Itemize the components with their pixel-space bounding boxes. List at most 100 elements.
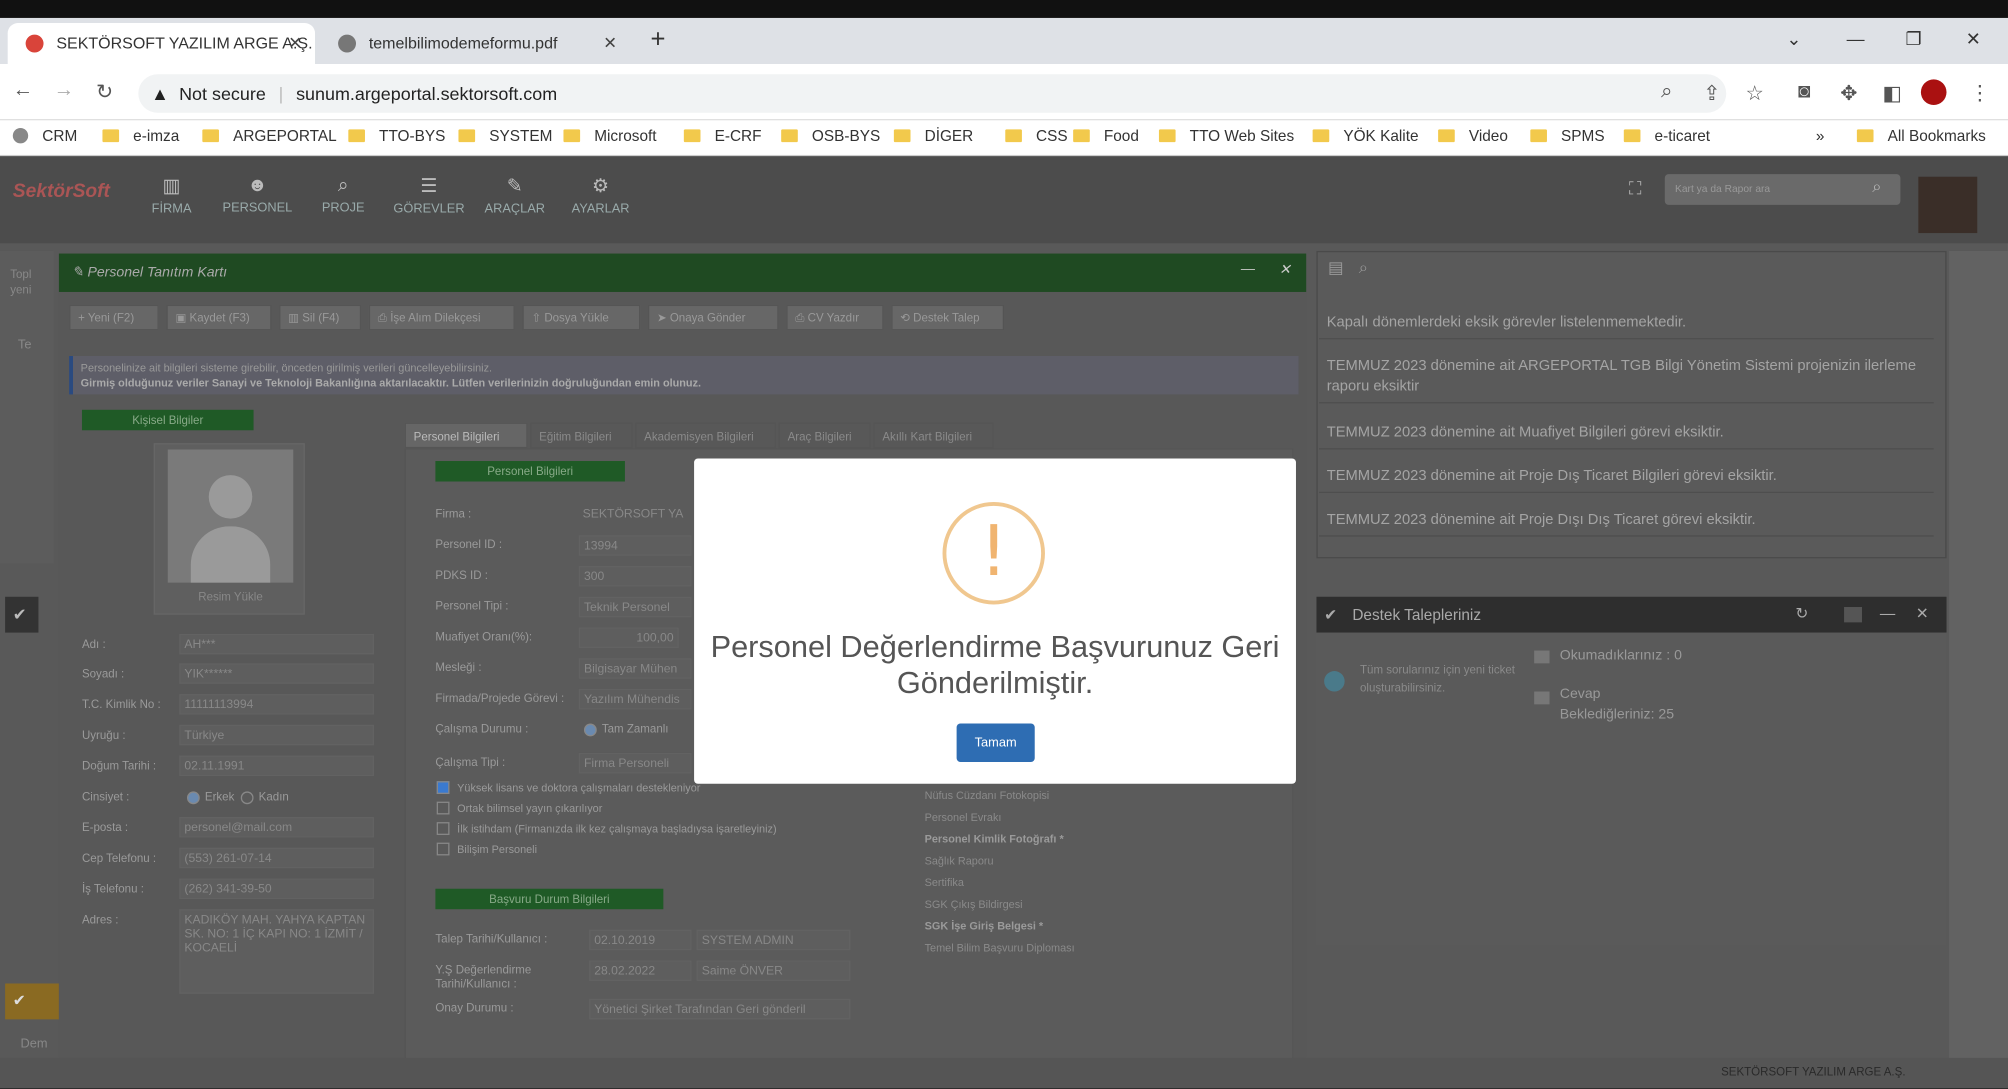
profile-avatar[interactable]	[1920, 79, 1947, 106]
radio-female[interactable]	[240, 791, 254, 805]
tab-2[interactable]: Eğitim Bilgileri	[530, 422, 633, 449]
nationality-select[interactable]: Türkiye	[179, 724, 374, 746]
notification-item[interactable]: TEMMUZ 2023 dönemine ait Proje Dış Ticar…	[1319, 461, 1934, 494]
notification-item[interactable]: TEMMUZ 2023 dönemine ait ARGEPORTAL TGB …	[1319, 351, 1934, 404]
document-item[interactable]: Personel Kimlik Fotoğrafı *	[925, 832, 1064, 845]
tab-4[interactable]: Araç Bilgileri	[778, 422, 871, 449]
tab-1[interactable]: Personel Bilgileri	[404, 422, 528, 449]
waiting-label[interactable]: Cevap	[1560, 686, 1601, 701]
new-tab-button[interactable]: +	[651, 26, 666, 55]
field-input[interactable]: 11111113994	[179, 694, 374, 715]
field-input[interactable]: KADIKÖY MAH. YAHYA KAPTAN SK. NO: 1 İÇ K…	[179, 909, 374, 994]
document-item[interactable]: Nüfus Cüzdanı Fotokopisi	[925, 789, 1050, 802]
browser-tab-active[interactable]: SEKTÖRSOFT YAZILIM ARGE A.Ş. ✕	[7, 23, 316, 65]
apply-input[interactable]: 02.10.2019	[589, 929, 692, 951]
toolbar-button[interactable]: ▣ Kaydet (F3)	[166, 304, 272, 331]
toolbar-button[interactable]: ⎙ İşe Alım Dilekçesi	[368, 304, 515, 331]
personnel-input[interactable]: Yazılım Mühendis	[578, 688, 692, 710]
document-item[interactable]: SGK Çıkış Bildirgesi	[925, 898, 1023, 911]
bookmark-item[interactable]: CRM	[12, 127, 77, 145]
personnel-input[interactable]: 13994	[578, 535, 692, 556]
personnel-input[interactable]: Teknik Personel	[578, 596, 692, 618]
share-icon[interactable]: ⇪	[1703, 81, 1720, 107]
document-item[interactable]: Sertifika	[925, 876, 964, 889]
bookmark-item[interactable]: e-imza	[102, 127, 179, 145]
bookmark-item[interactable]: ARGEPORTAL	[202, 127, 337, 145]
close-panel-icon[interactable]: ✕	[1916, 604, 1929, 622]
browser-tab[interactable]: temelbilimodemeformu.pdf ✕	[320, 23, 630, 64]
minimize-panel-icon[interactable]: —	[1880, 604, 1895, 622]
search-icon[interactable]: ⌕	[1872, 177, 1881, 197]
reload-icon[interactable]: ↻	[96, 79, 113, 105]
bookmark-item[interactable]: OSB-BYS	[781, 127, 880, 145]
check-icon[interactable]: ✔	[5, 983, 59, 1020]
user-avatar[interactable]	[1918, 176, 1978, 234]
bookmark-item[interactable]: Microsoft	[563, 127, 657, 145]
minimize-panel-icon[interactable]: —	[1241, 261, 1255, 276]
apply-input[interactable]: Yönetici Şirket Tarafından Geri gönderil	[589, 998, 851, 1020]
toolbar-button[interactable]: ⇧ Dosya Yükle	[522, 304, 641, 331]
nav-item[interactable]: ⌕ PROJE	[305, 174, 382, 215]
field-input[interactable]: YIK******	[179, 663, 374, 684]
search-icon[interactable]: ⌕	[1359, 257, 1368, 277]
bookmark-item[interactable]: e-ticaret	[1623, 127, 1710, 145]
notification-item[interactable]: TEMMUZ 2023 dönemine ait Proje Dışı Dış …	[1319, 505, 1934, 537]
camera-icon[interactable]: ◙	[1798, 81, 1810, 104]
toolbar-button[interactable]: ➤ Onaya Gönder	[647, 304, 779, 331]
document-item[interactable]: Personel Evrakı	[925, 811, 1002, 824]
bookmark-item[interactable]: SPMS	[1530, 127, 1605, 145]
extensions-icon[interactable]: ✥	[1840, 81, 1857, 107]
checkbox[interactable]	[436, 781, 450, 794]
toolbar-button[interactable]: ⟲ Destek Talep	[891, 304, 1004, 331]
check-icon[interactable]: ✔	[5, 596, 39, 633]
waiting-count[interactable]: Beklediğleriniz: 25	[1560, 707, 1674, 722]
field-input[interactable]: (553) 261-07-14	[179, 847, 374, 869]
tab-3[interactable]: Akademisyen Bilgileri	[635, 422, 777, 449]
unread-count[interactable]: Okumadıklarınız : 0	[1560, 648, 1682, 663]
bookmark-item[interactable]: CSS	[1005, 127, 1068, 145]
document-item[interactable]: Temel Bilim Başvuru Diploması	[925, 941, 1075, 954]
nav-item[interactable]: ✎ ARAÇLAR	[476, 174, 553, 216]
bookmark-item[interactable]: DİGER	[893, 127, 973, 145]
bookmark-item[interactable]: Food	[1073, 127, 1139, 145]
document-item[interactable]: Sağlık Raporu	[925, 854, 994, 867]
bookmark-item[interactable]: SYSTEM	[458, 127, 552, 145]
upload-photo-link[interactable]: Resim Yükle	[155, 590, 306, 603]
minimize-button[interactable]: —	[1847, 28, 1865, 48]
forward-icon[interactable]: →	[54, 79, 74, 102]
refresh-icon[interactable]: ↻	[1795, 604, 1808, 622]
url-bar[interactable]: ▲ Not secure | sunum.argeportal.sektorso…	[138, 74, 1727, 113]
toolbar-button[interactable]: ▥ Sil (F4)	[279, 304, 362, 331]
bookmark-item[interactable]: TTO-BYS	[348, 127, 445, 145]
apply-input[interactable]: SYSTEM ADMIN	[696, 929, 851, 951]
tab-5[interactable]: Akıllı Kart Bilgileri	[873, 422, 994, 449]
zoom-icon[interactable]: ⌕	[1661, 81, 1672, 104]
notification-item[interactable]: TEMMUZ 2023 dönemine ait Muafiyet Bilgil…	[1319, 417, 1934, 450]
checkbox[interactable]	[436, 801, 450, 815]
close-panel-icon[interactable]: ✕	[1279, 261, 1291, 278]
notification-item[interactable]: Kapalı dönemlerdeki eksik görevler liste…	[1319, 307, 1934, 340]
close-window-button[interactable]: ✕	[1966, 28, 1981, 50]
personnel-input[interactable]: 300	[578, 566, 692, 587]
bookmark-item[interactable]: Video	[1438, 127, 1508, 145]
expand-icon[interactable]	[1844, 607, 1862, 623]
field-input[interactable]: (262) 341-39-50	[179, 878, 374, 899]
personnel-input[interactable]: 100,00	[578, 627, 679, 648]
more-bookmarks-icon[interactable]: »	[1816, 127, 1825, 145]
radio-male[interactable]	[186, 791, 200, 805]
bookmark-item[interactable]: TTO Web Sites	[1158, 127, 1294, 145]
checkbox[interactable]	[436, 822, 450, 835]
nav-item[interactable]: ⚙ AYARLAR	[562, 174, 639, 216]
radio-fulltime[interactable]	[583, 723, 597, 737]
field-input[interactable]: personel@mail.com	[179, 817, 374, 838]
star-icon[interactable]: ☆	[1745, 81, 1763, 107]
nav-item[interactable]: ☻ PERSONEL	[219, 174, 296, 215]
personnel-input[interactable]: Bilgisayar Mühen	[578, 658, 692, 679]
menu-icon[interactable]: ⋮	[1970, 81, 1990, 107]
field-input[interactable]: 02.11.1991	[179, 755, 374, 777]
all-bookmarks[interactable]: All Bookmarks	[1856, 127, 1986, 145]
personnel-input[interactable]: Firma Personeli	[578, 752, 692, 774]
apply-input[interactable]: Saime ÖNVER	[696, 960, 851, 981]
sidepanel-icon[interactable]: ◧	[1882, 81, 1901, 107]
tab-search-icon[interactable]: ⌄	[1786, 28, 1801, 50]
